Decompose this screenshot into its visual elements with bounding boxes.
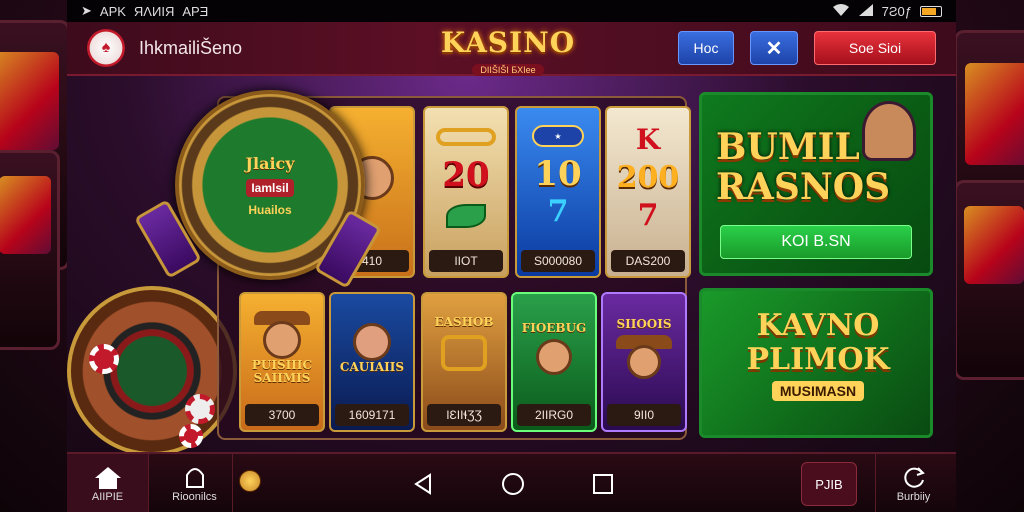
app-logo-icon[interactable]: ♠ xyxy=(87,29,125,67)
wheel-title: Jlaicy xyxy=(245,153,295,173)
leaf-icon xyxy=(446,204,486,228)
brand-logo: KASINO DІІŠІŠІ БХІее xyxy=(437,26,579,78)
nav-casinos[interactable]: Rioonilcs xyxy=(157,454,233,512)
brand-subtitle: DІІŠІŠІ БХІее xyxy=(472,64,544,76)
promo-headline-line-1: BUMIL xyxy=(716,126,860,168)
promo-line-2: PLIMOK xyxy=(746,342,890,377)
slot-machine-right-2 xyxy=(954,180,1024,380)
game-card-label: IƐIIɬƷƷ xyxy=(427,404,501,426)
brand-title: KASINO xyxy=(440,26,576,59)
wheel-bottom-label: Huailos xyxy=(248,202,292,217)
nav-history[interactable]: Burbiiy xyxy=(875,454,951,512)
promo-cta-button[interactable]: KOI B.SN xyxy=(720,225,912,259)
character-icon xyxy=(536,338,572,375)
close-button[interactable]: ✕ xyxy=(750,31,798,65)
poker-chip-icon xyxy=(179,424,203,448)
game-card-title: EASHOB xyxy=(434,314,494,329)
game-card[interactable]: FIOEBUG 2IIRG0 xyxy=(511,292,597,432)
game-card-number: 200 xyxy=(616,160,680,195)
refresh-icon xyxy=(903,467,925,488)
status-bar: ➤ APK ЯΛИIЯ APƎ 7Ƨ0ƒ xyxy=(67,0,956,22)
home-icon xyxy=(94,467,121,489)
poker-chip-icon xyxy=(89,344,119,374)
game-card-title: CAUIAIIS xyxy=(339,359,405,374)
bell-icon xyxy=(185,468,204,488)
promo-line-3: MUSIMASN xyxy=(771,381,865,401)
promo-headline: BUMIL RASNOS xyxy=(716,127,890,207)
back-icon xyxy=(414,473,431,495)
seven-icon: 7 xyxy=(547,194,569,229)
slot-machine-left-2 xyxy=(0,150,60,350)
treasure-pot-icon xyxy=(441,334,487,371)
battery-icon xyxy=(920,5,942,17)
game-card-label: 2IIRG0 xyxy=(517,404,591,426)
game-lobby: 410 20 IIOT ★ 10 7 S000080 K 200 7 DAS20… xyxy=(67,76,956,456)
game-card-label: 3700 xyxy=(245,404,319,426)
character-icon xyxy=(627,344,661,379)
status-time: 7Ƨ0ƒ xyxy=(881,3,912,19)
recents-button[interactable] xyxy=(579,454,627,512)
nav-pill-button[interactable]: PJIB xyxy=(801,462,857,506)
game-card-title: PUISIIIC SAIIMIS xyxy=(251,358,313,385)
game-card-label: DAS200 xyxy=(611,250,685,272)
home-system-button[interactable] xyxy=(489,454,537,512)
signal-icon xyxy=(858,3,874,20)
poker-chip-icon xyxy=(185,394,215,424)
promo-banner-bottom[interactable]: KAVNO PLIMOK MUSIMASN xyxy=(699,288,933,438)
game-card-number: 10 xyxy=(534,154,582,194)
game-card-label: IIOT xyxy=(429,250,503,272)
header-red-button[interactable]: Soe Sioi xyxy=(814,31,936,65)
device-screen: ➤ APK ЯΛИIЯ APƎ 7Ƨ0ƒ ♠ IhkmailiŠeno KASI… xyxy=(67,0,956,512)
promo-line-1: KAVNO xyxy=(756,308,880,343)
app-header: ♠ IhkmailiŠeno KASINO DІІŠІŠІ БХІее Hoc … xyxy=(67,22,956,76)
seven-icon: 7 xyxy=(637,198,659,233)
game-card[interactable]: ★ 10 7 S000080 xyxy=(515,106,601,278)
bottom-nav: AIIPIE Rioonilcs PJIB Burbiiy xyxy=(67,452,956,512)
character-icon xyxy=(353,322,391,361)
game-card[interactable]: K 200 7 DAS200 xyxy=(605,106,691,278)
game-card-label: 1609171 xyxy=(335,404,409,426)
header-blue-button[interactable]: Hoc xyxy=(678,31,734,65)
game-card-label: 9II0 xyxy=(607,404,681,426)
character-icon xyxy=(263,321,301,359)
wifi-icon xyxy=(832,3,850,20)
game-card[interactable]: 20 IIOT xyxy=(423,106,509,278)
nav-home[interactable]: AIIPIE xyxy=(67,454,149,512)
roulette-table xyxy=(67,286,237,456)
promo-banner-top[interactable]: BUMIL RASNOS KOI B.SN xyxy=(699,92,933,276)
game-card[interactable]: SIIOOIS 9II0 xyxy=(601,292,687,432)
badge-icon: ★ xyxy=(532,125,584,147)
game-card[interactable]: EASHOB IƐIIɬƷƷ xyxy=(421,292,507,432)
status-text-3: APƎ xyxy=(182,3,209,19)
promo-headline-line-2: RASNOS xyxy=(716,166,891,208)
gold-ring-icon xyxy=(436,128,496,146)
back-button[interactable] xyxy=(399,454,447,512)
nav-home-label: AIIPIE xyxy=(91,491,124,503)
game-card[interactable]: CAUIAIIS 1609171 xyxy=(329,292,415,432)
game-card-label: S000080 xyxy=(521,250,595,272)
wheel-flap-left xyxy=(134,199,202,279)
circle-icon xyxy=(502,473,524,495)
coin-icon[interactable] xyxy=(239,470,261,492)
status-arrow-icon: ➤ xyxy=(81,3,92,18)
game-card-number: 20 xyxy=(442,155,490,195)
game-card[interactable]: PUISIIIC SAIIMIS 3700 xyxy=(239,292,325,432)
game-card-title: SIIOOIS xyxy=(616,316,672,331)
nav-history-label: Burbiiy xyxy=(896,491,931,503)
square-icon xyxy=(593,474,613,494)
k-icon: K xyxy=(635,123,661,156)
app-name: IhkmailiŠeno xyxy=(139,37,243,58)
nav-casinos-label: Rioonilcs xyxy=(172,491,217,503)
bonus-wheel[interactable]: Jlaicy Iamlsil Huailos xyxy=(134,90,382,289)
status-text-2: ЯΛИIЯ xyxy=(133,3,175,19)
game-card-title: FIOEBUG xyxy=(521,320,587,335)
status-text-1: APK xyxy=(99,3,126,19)
wheel-center-label: Iamlsil xyxy=(246,178,294,197)
